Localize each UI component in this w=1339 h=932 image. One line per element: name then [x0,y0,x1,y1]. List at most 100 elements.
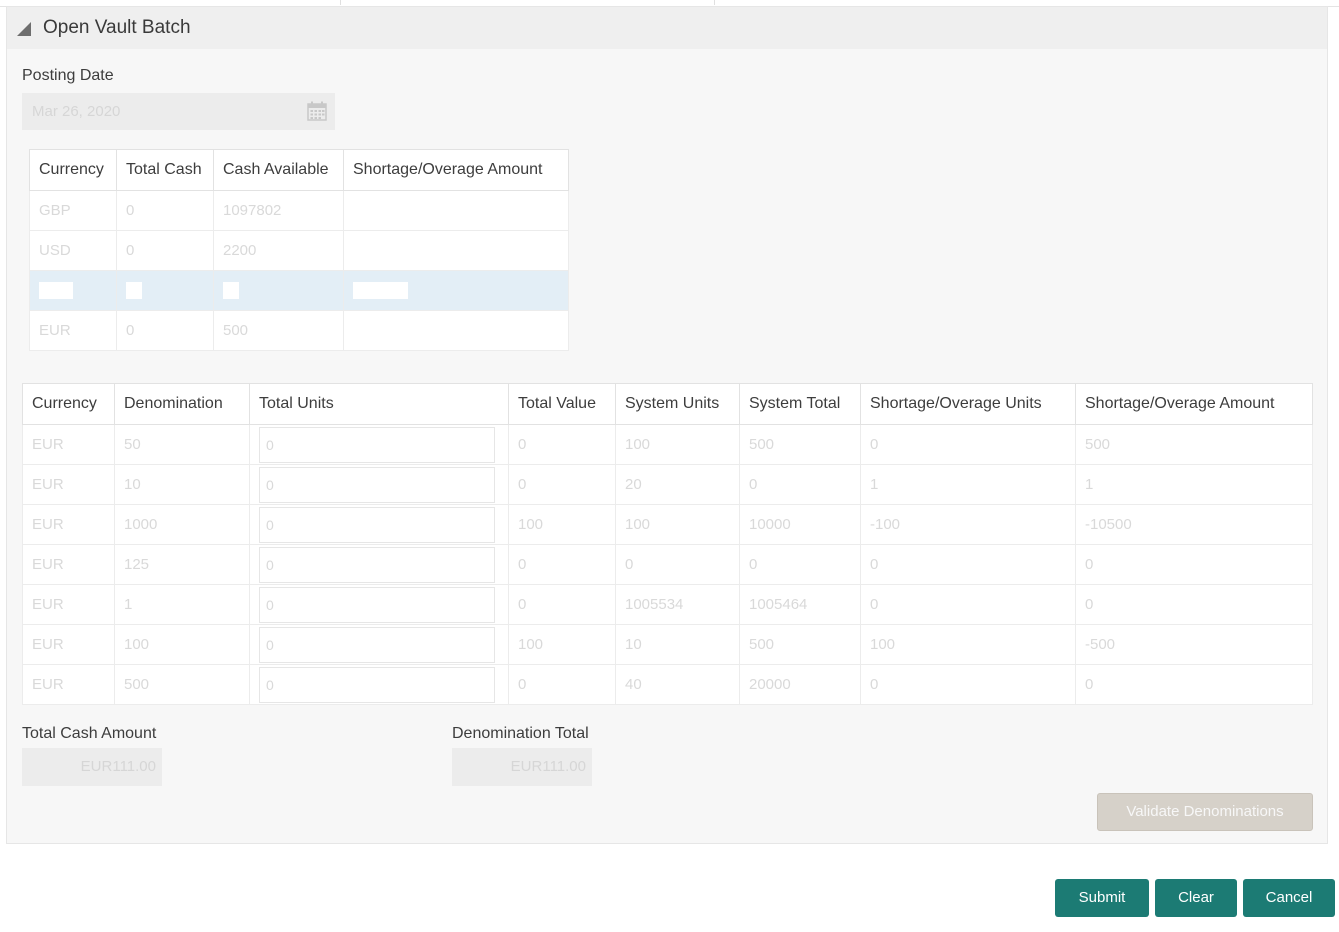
cell-total-cash: 0 [116,230,214,271]
cell-system-units: 10 [615,624,740,665]
cell-total-cash: 0 [116,270,214,311]
cell-system-units: 40 [615,664,740,705]
table-row-selected[interactable]: INR 0 0 -10591 [29,270,569,311]
table-row: EUR 100 0 100 10 500 100 -500 [22,624,1313,665]
cell-system-total: 20000 [739,664,861,705]
total-units-input[interactable]: 0 [259,546,495,583]
cell-shortage-overage-amount: 1 [1075,464,1313,505]
cell-value: -10591 [353,282,408,299]
denomination-total-label: Denomination Total [452,725,589,742]
denomination-total-field: EUR111.00 [452,748,592,786]
cell-denomination: 125 [114,544,250,585]
col-denomination[interactable]: Denomination [114,383,250,425]
cell-denomination: 10 [114,464,250,505]
cell-total-units: 0 [249,584,509,625]
table-row: EUR 10 0 0 20 0 1 1 [22,464,1313,505]
table-row: EUR 1 0 0 1005534 1005464 0 0 [22,584,1313,625]
col-total-cash[interactable]: Total Cash [116,149,214,191]
cancel-button[interactable]: Cancel [1243,879,1335,917]
currency-summary-table: Currency Total Cash Cash Available Short… [29,149,569,351]
total-units-input[interactable]: 0 [259,666,495,703]
col-shortage-overage-units[interactable]: Shortage/Overage Units [860,383,1076,425]
col-total-value[interactable]: Total Value [508,383,616,425]
collapse-icon[interactable] [17,22,31,36]
cell-shortage-overage-amount: 0 [1075,664,1313,705]
cell-denomination: 1 [114,584,250,625]
cell-denomination: 100 [114,624,250,665]
cell-system-total: 1005464 [739,584,861,625]
cell-shortage-overage-amount: 500 [1075,424,1313,465]
cell-currency: USD [29,230,117,271]
table-row[interactable]: EUR 0 500 [29,310,569,351]
panel-title: Open Vault Batch [43,17,191,38]
col-shortage-overage-amount[interactable]: Shortage/Overage Amount [1075,383,1313,425]
total-units-input[interactable]: 0 [259,506,495,543]
table-row[interactable]: USD 0 2200 [29,230,569,271]
total-units-input[interactable]: 0 [259,466,495,503]
cell-cash-available: 0 [213,270,344,311]
cell-shortage-overage-units: 0 [860,424,1076,465]
table-header-row: Currency Denomination Total Units Total … [22,383,1313,425]
cell-currency: GBP [29,190,117,231]
submit-button[interactable]: Submit [1055,879,1149,917]
cell-currency: EUR [22,544,115,585]
cell-currency: EUR [22,584,115,625]
table-row: EUR 500 0 0 40 20000 0 0 [22,664,1313,705]
denomination-table: Currency Denomination Total Units Total … [22,383,1313,705]
cell-total-value: 0 [508,664,616,705]
clear-button[interactable]: Clear [1155,879,1237,917]
cell-total-value: 0 [508,584,616,625]
cell-currency: INR [29,270,117,311]
cell-system-total: 10000 [739,504,861,545]
cell-system-total: 0 [739,464,861,505]
cell-system-total: 500 [739,424,861,465]
cell-total-units: 0 [249,544,509,585]
cell-total-cash: 0 [116,310,214,351]
cell-currency: EUR [22,664,115,705]
cell-system-total: 0 [739,544,861,585]
cell-denomination: 50 [114,424,250,465]
cell-total-value: 0 [508,464,616,505]
table-header-row: Currency Total Cash Cash Available Short… [29,149,569,191]
calendar-icon[interactable] [307,101,327,121]
panel-header[interactable]: Open Vault Batch [7,7,1327,49]
top-divider [714,0,715,5]
col-system-total[interactable]: System Total [739,383,861,425]
table-row: EUR 125 0 0 0 0 0 0 [22,544,1313,585]
cell-currency: EUR [22,504,115,545]
col-total-units[interactable]: Total Units [249,383,509,425]
col-currency[interactable]: Currency [29,149,117,191]
cell-total-units: 0 [249,504,509,545]
cell-shortage-overage-units: 0 [860,664,1076,705]
cell-system-total: 500 [739,624,861,665]
cell-currency: EUR [22,624,115,665]
posting-date-field[interactable]: Mar 26, 2020 [22,93,335,130]
cell-total-value: 100 [508,624,616,665]
cell-shortage-overage-units: 0 [860,544,1076,585]
cell-shortage-overage-units: 0 [860,584,1076,625]
total-units-input[interactable]: 0 [259,426,495,463]
cell-shortage-overage-amount: -10591 [343,270,569,311]
cell-value: INR [39,282,73,299]
cell-shortage-overage-amount: 0 [1075,544,1313,585]
total-units-input[interactable]: 0 [259,586,495,623]
cell-total-units: 0 [249,464,509,505]
cell-shortage-overage-amount [343,310,569,351]
cell-currency: EUR [29,310,117,351]
cell-system-units: 100 [615,504,740,545]
total-cash-amount-label: Total Cash Amount [22,725,157,742]
cell-value: 0 [223,282,240,299]
col-currency[interactable]: Currency [22,383,115,425]
col-shortage-overage-amount[interactable]: Shortage/Overage Amount [343,149,569,191]
table-row[interactable]: GBP 0 1097802 [29,190,569,231]
col-cash-available[interactable]: Cash Available [213,149,344,191]
col-system-units[interactable]: System Units [615,383,740,425]
table-row: EUR 50 0 0 100 500 0 500 [22,424,1313,465]
cell-system-units: 100 [615,424,740,465]
table-row: EUR 1000 0 100 100 10000 -100 -10500 [22,504,1313,545]
validate-denominations-button[interactable]: Validate Denominations [1097,793,1313,831]
total-units-input[interactable]: 0 [259,626,495,663]
total-cash-amount-field: EUR111.00 [22,748,162,786]
cell-value: 0 [126,282,143,299]
cell-total-units: 0 [249,424,509,465]
